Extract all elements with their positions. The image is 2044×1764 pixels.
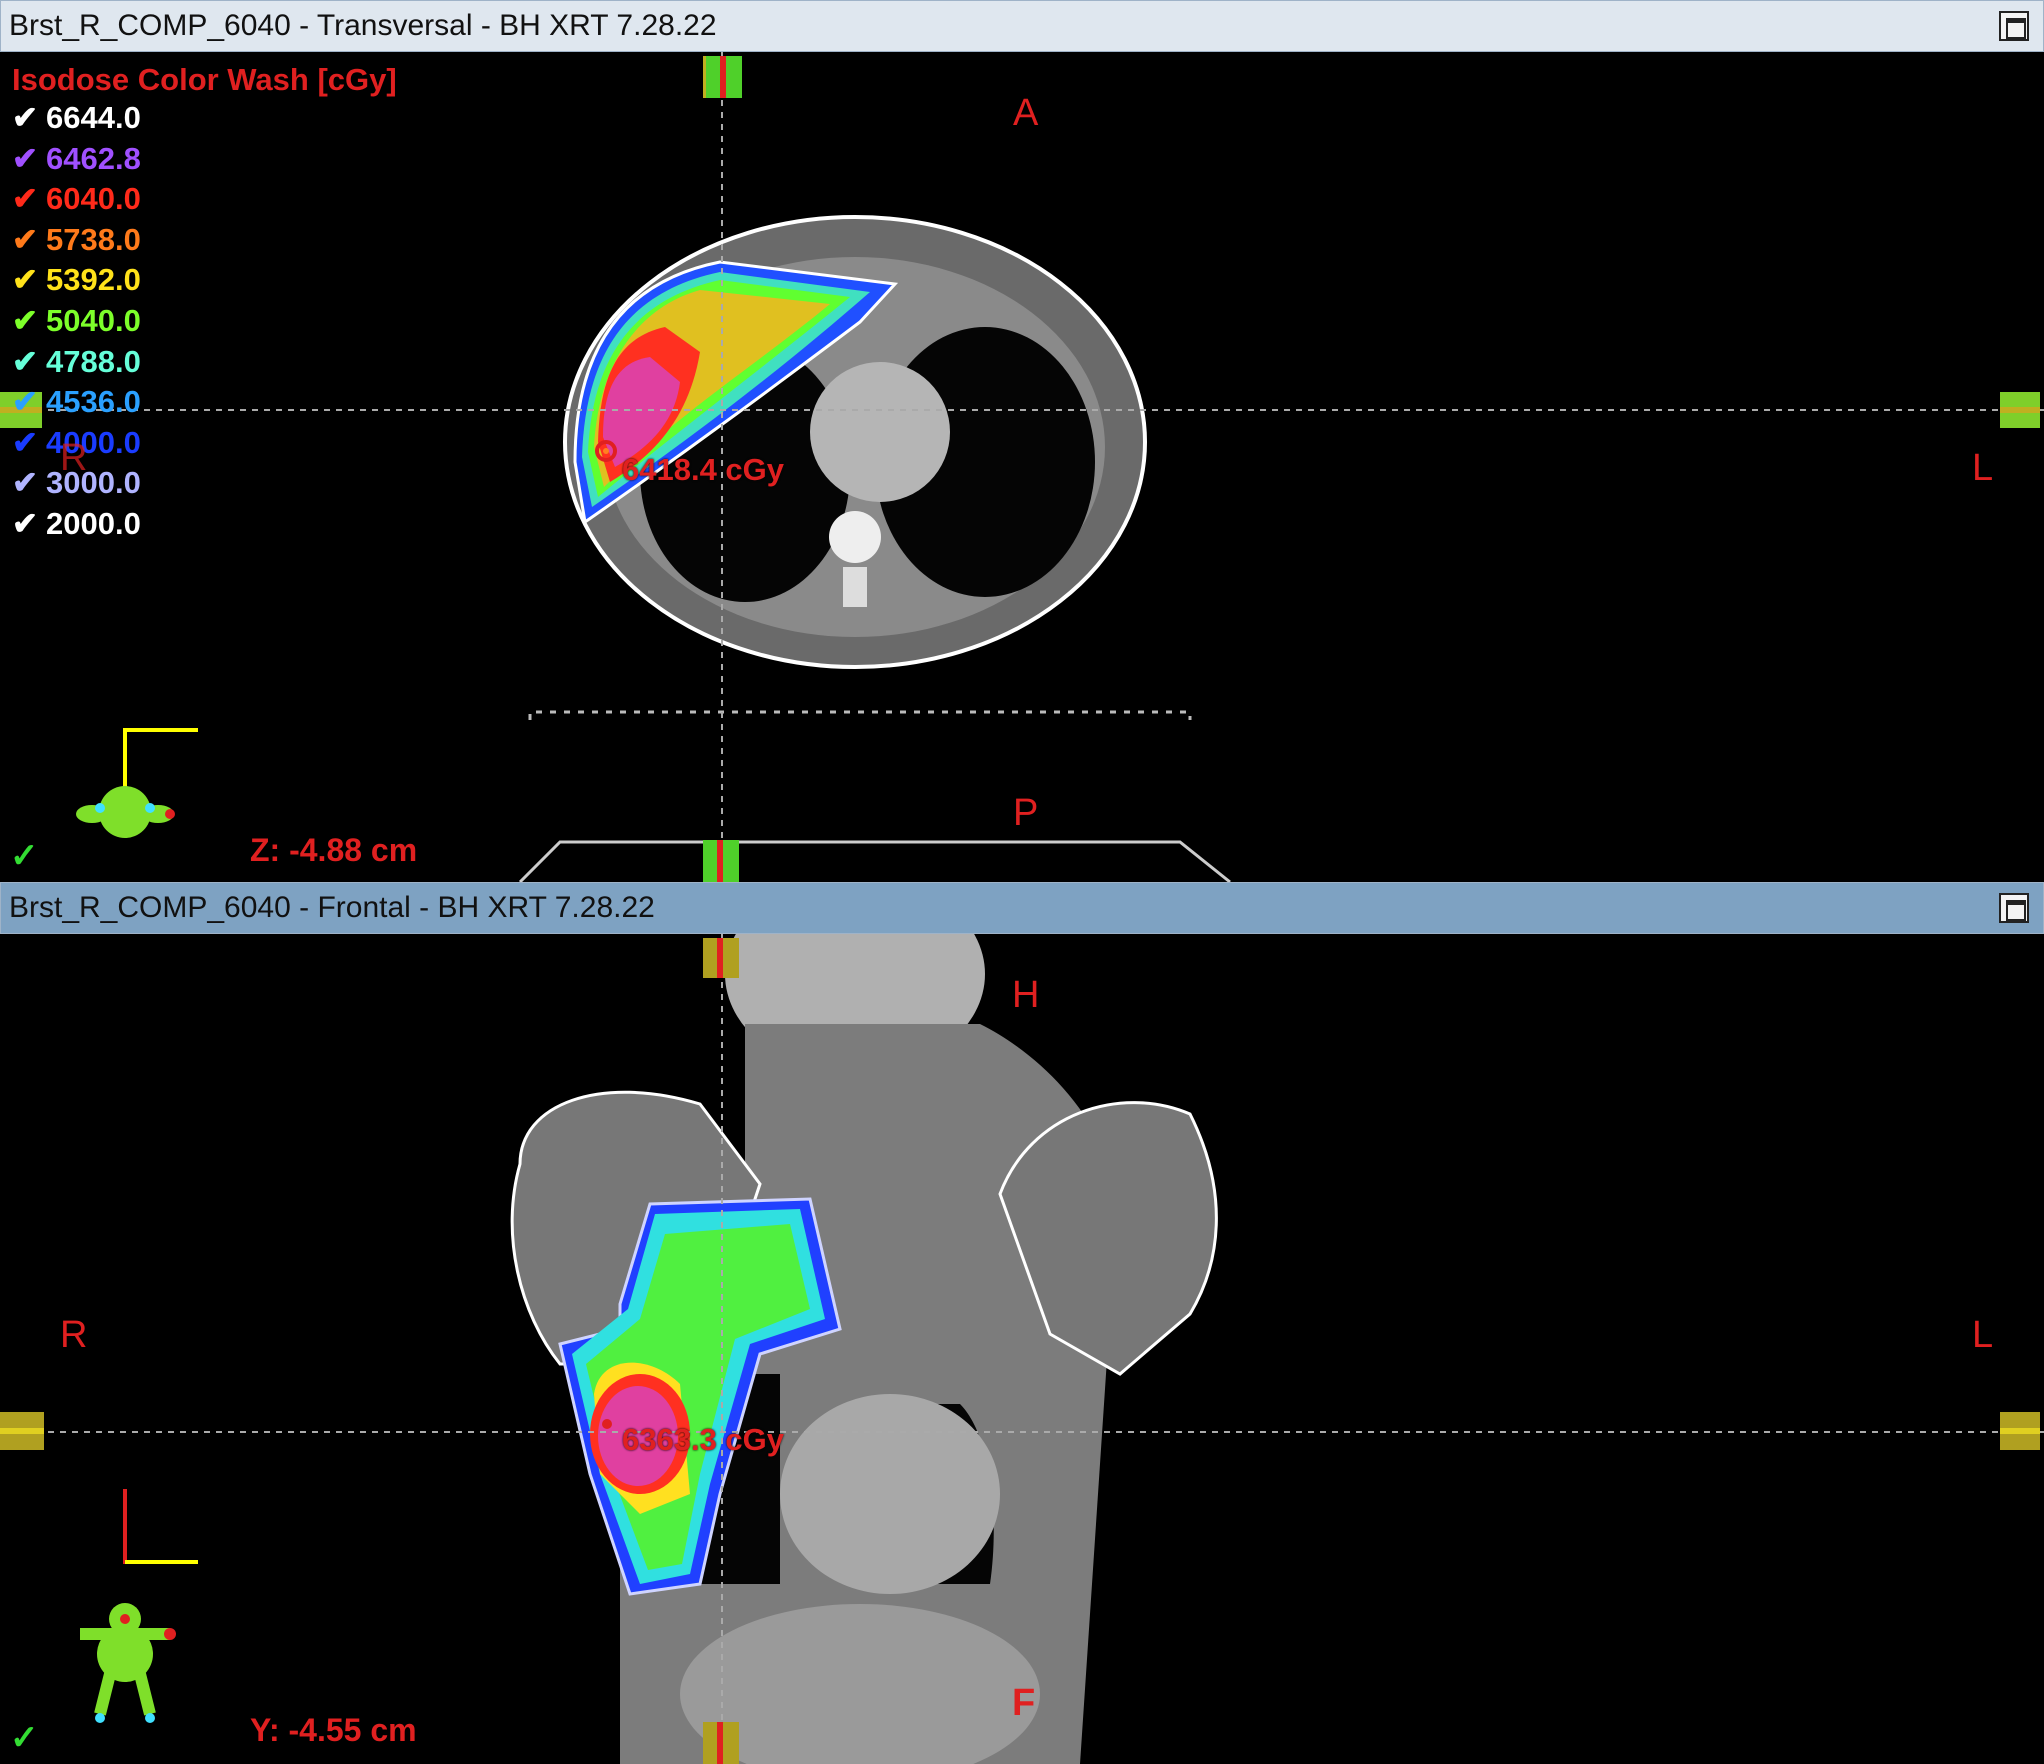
orientation-right: R (60, 437, 88, 479)
isodose-value: 5040.0 (46, 303, 141, 338)
orientation-posterior: P (1013, 792, 1039, 834)
crosshair-handle-bottom[interactable] (703, 1722, 739, 1764)
maximize-button-transversal[interactable] (1999, 11, 2029, 41)
isodose-value: 6462.8 (46, 140, 141, 176)
transversal-image-area[interactable]: Isodose Color Wash [cGy] ✔ 6644.0 ✔ 6462.8 ✔… (0, 52, 2044, 882)
isodose-legend-item[interactable]: ✔ 5738.0 (12, 222, 141, 258)
checkmark-icon[interactable]: ✔ (12, 344, 46, 380)
crosshair-handle-right[interactable] (2000, 392, 2040, 428)
isodose-value: 4788.0 (46, 343, 141, 379)
orientation-anterior: A (1013, 92, 1039, 134)
isodose-value: 2000.0 (46, 506, 141, 541)
checkmark-icon[interactable]: ✔ (12, 384, 46, 420)
frontal-title-bar[interactable]: Brst_R_COMP_6040 - Frontal - BH XRT 7.28… (0, 882, 2044, 934)
z-position-readout: Z: -4.88 cm (250, 832, 418, 868)
isodose-legend-item[interactable]: ✔ 2000.0 (12, 506, 141, 542)
isodose-legend-item[interactable]: ✔ 6040.0 (12, 181, 141, 217)
checkmark-icon[interactable]: ✔ (12, 181, 46, 217)
checkmark-icon[interactable]: ✔ (12, 262, 46, 298)
crosshair-handle-right[interactable] (2000, 1412, 2040, 1450)
isodose-legend-item[interactable]: ✔ 6644.0 (12, 100, 141, 136)
orientation-feet: F (1012, 1682, 1036, 1724)
frontal-image-area[interactable]: H F R L 6363.3 cGy Y: -4.55 cm ✓ (0, 934, 2044, 1764)
transversal-title: Brst_R_COMP_6040 - Transversal - BH XRT … (9, 9, 717, 42)
isodose-value: 5738.0 (46, 221, 141, 257)
orientation-right: R (60, 1314, 88, 1356)
view-check-icon[interactable]: ✓ (10, 1718, 39, 1758)
maximize-button-frontal[interactable] (1999, 893, 2029, 923)
transversal-ct-image (0, 52, 2044, 882)
checkmark-icon[interactable]: ✔ (12, 506, 46, 542)
checkmark-icon[interactable]: ✔ (12, 303, 46, 339)
isodose-value: 6644.0 (46, 100, 141, 135)
isodose-legend-item[interactable]: ✔ 5392.0 (12, 262, 141, 298)
checkmark-icon[interactable]: ✔ (12, 100, 46, 136)
transversal-view-panel[interactable]: Brst_R_COMP_6040 - Transversal - BH XRT … (0, 0, 2044, 882)
isodose-value: 4536.0 (46, 384, 141, 420)
dose-point-label: 6418.4 cGy (622, 452, 785, 487)
crosshair-handle-top[interactable] (703, 938, 739, 978)
checkmark-icon[interactable]: ✔ (12, 141, 46, 177)
y-position-readout: Y: -4.55 cm (250, 1712, 417, 1748)
orientation-head: H (1012, 974, 1040, 1016)
isodose-legend-title: Isodose Color Wash [cGy] (12, 62, 397, 97)
checkmark-icon[interactable]: ✔ (12, 465, 46, 501)
isodose-legend-item[interactable]: ✔ 5040.0 (12, 303, 141, 339)
orientation-left: L (1972, 1314, 1994, 1356)
isodose-value: 6040.0 (46, 181, 141, 217)
frontal-view-panel[interactable]: Brst_R_COMP_6040 - Frontal - BH XRT 7.28… (0, 882, 2044, 1764)
orientation-left: L (1972, 447, 1994, 489)
checkmark-icon[interactable]: ✔ (12, 425, 46, 461)
frontal-title: Brst_R_COMP_6040 - Frontal - BH XRT 7.28… (9, 891, 655, 924)
crosshair-handle-bottom[interactable] (703, 840, 739, 882)
isodose-value: 5392.0 (46, 262, 141, 298)
transversal-title-bar[interactable]: Brst_R_COMP_6040 - Transversal - BH XRT … (0, 0, 2044, 52)
crosshair-handle-top[interactable] (703, 56, 742, 98)
isodose-legend-item[interactable]: ✔ 4536.0 (12, 384, 141, 420)
dose-point-label: 6363.3 cGy (622, 1422, 785, 1457)
checkmark-icon[interactable]: ✔ (12, 222, 46, 258)
view-check-icon[interactable]: ✓ (10, 836, 39, 876)
frontal-ct-image (0, 934, 2044, 1764)
isodose-legend-item[interactable]: ✔ 4788.0 (12, 344, 141, 380)
crosshair-handle-left[interactable] (0, 1412, 44, 1450)
isodose-legend-item[interactable]: ✔ 6462.8 (12, 141, 141, 177)
